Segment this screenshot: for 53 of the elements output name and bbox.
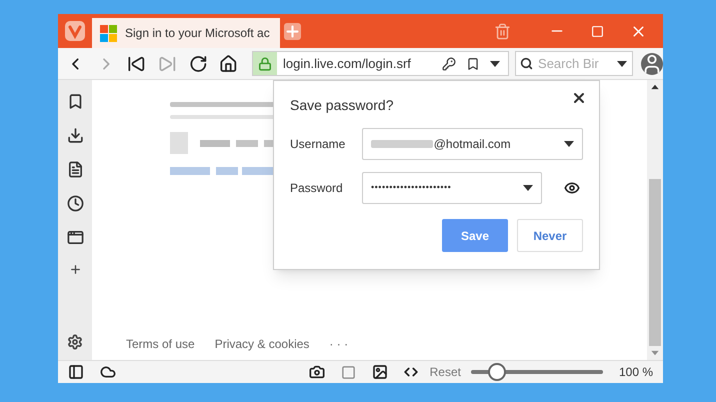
- bookmark-icon[interactable]: [466, 56, 480, 70]
- blurred-text: [370, 140, 433, 148]
- password-value: ••••••••••••••••••••••: [371, 181, 452, 194]
- field-label: Username: [290, 136, 346, 153]
- settings-icon[interactable]: [67, 334, 83, 350]
- plus-icon[interactable]: [68, 263, 82, 276]
- key-icon[interactable]: [442, 56, 456, 70]
- never-button[interactable]: Never: [517, 219, 583, 252]
- home-icon[interactable]: [219, 54, 238, 74]
- scroll-up-icon: [651, 84, 659, 90]
- zoom-slider[interactable]: [470, 363, 603, 381]
- notes-icon[interactable]: [66, 161, 84, 178]
- search-icon: [520, 57, 534, 70]
- username-value: @hotmail.com: [434, 136, 512, 153]
- footer-link[interactable]: Privacy & cookies: [214, 335, 310, 353]
- close-icon[interactable]: [571, 90, 587, 106]
- tab-title: Sign in to your Microsoft ac: [125, 25, 270, 42]
- username-field[interactable]: @hotmail.com: [362, 128, 583, 160]
- field-label: Password: [290, 180, 344, 197]
- reset-label[interactable]: Reset: [430, 363, 461, 381]
- code-icon[interactable]: [404, 365, 418, 379]
- eye-icon[interactable]: [564, 180, 580, 196]
- password-field[interactable]: ••••••••••••••••••••••: [362, 172, 542, 204]
- window-icon[interactable]: [66, 229, 84, 246]
- panel-toggle-icon[interactable]: [68, 364, 84, 380]
- reload-icon[interactable]: [188, 54, 208, 74]
- caret-icon: [490, 60, 500, 66]
- maximize-icon[interactable]: [591, 24, 604, 38]
- caret-icon: [617, 61, 628, 67]
- caret-icon: [523, 185, 533, 191]
- slider-thumb[interactable]: [488, 363, 506, 381]
- dialog-title: Save password?: [290, 96, 394, 115]
- bookmark-icon[interactable]: [66, 93, 84, 110]
- camera-icon[interactable]: [308, 364, 325, 380]
- clock-icon[interactable]: [66, 195, 84, 212]
- zoom-reading: 100 %: [618, 364, 653, 381]
- lock-icon: [258, 56, 272, 70]
- footer-link[interactable]: · · ·: [329, 335, 348, 353]
- scrollbar-thumb[interactable]: [649, 179, 661, 346]
- windows-logo-icon: [100, 24, 117, 42]
- browser-tab[interactable]: Sign in to your Microsoft ac: [92, 18, 280, 48]
- url-text: login.live.com/login.srf: [283, 54, 412, 73]
- scroll-down-icon: [651, 350, 659, 356]
- new-tab-icon[interactable]: [284, 22, 301, 40]
- caret-icon: [564, 141, 574, 147]
- footer-link[interactable]: Terms of use: [126, 335, 195, 353]
- download-icon[interactable]: [66, 127, 84, 144]
- address-bar[interactable]: login.live.com/login.srf: [252, 51, 510, 76]
- avatar-icon[interactable]: [641, 52, 663, 74]
- tile-icon[interactable]: [340, 364, 356, 380]
- image-icon[interactable]: [372, 364, 388, 380]
- cloud-icon[interactable]: [100, 364, 116, 380]
- search-field[interactable]: Search Bir: [515, 51, 634, 76]
